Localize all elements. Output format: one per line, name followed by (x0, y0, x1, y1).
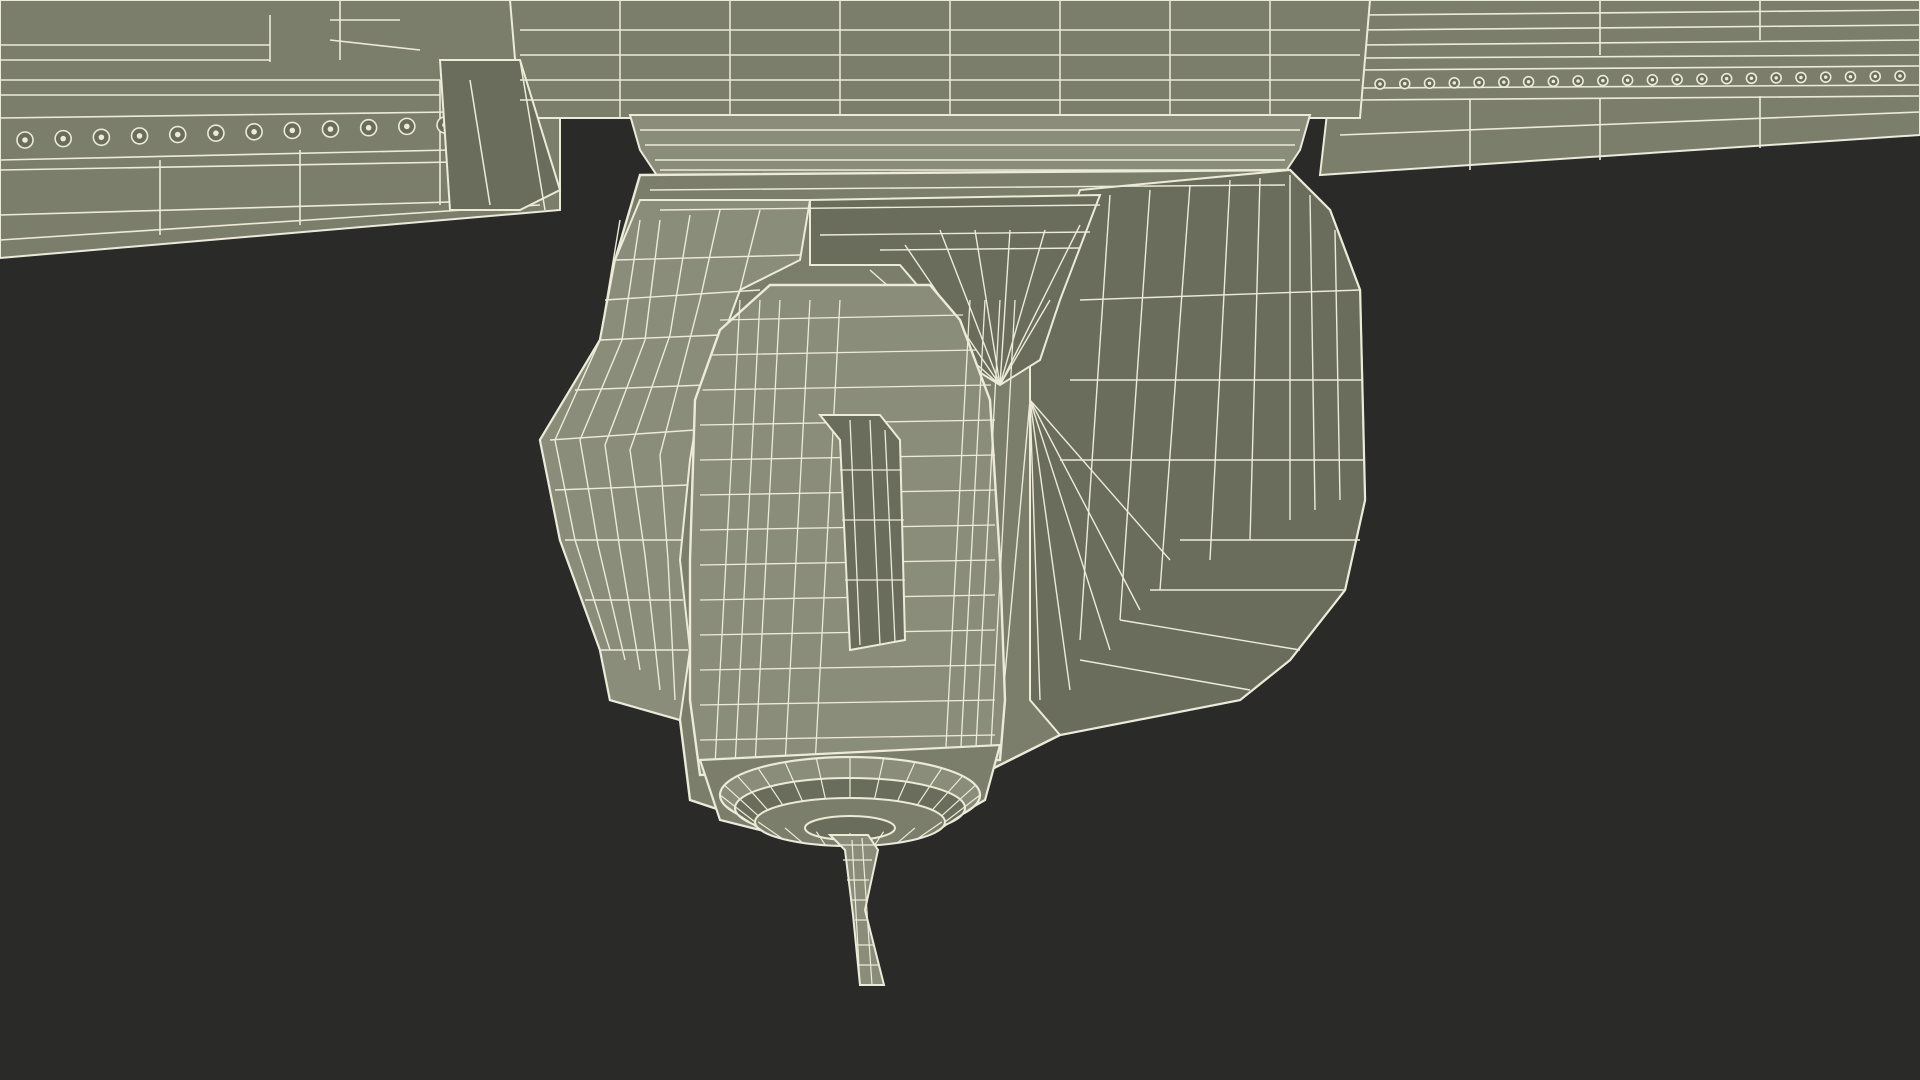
wireframe-render (0, 0, 1920, 1080)
bolt-center (327, 126, 334, 132)
bolt-center (1799, 75, 1803, 80)
bolt-center (1378, 82, 1382, 86)
bolt-center (1625, 78, 1630, 82)
bolt-center (251, 129, 257, 135)
bolt-center (1749, 76, 1754, 81)
bolt-center (1873, 74, 1877, 79)
bolt-center (365, 124, 372, 131)
bolt-center (1551, 79, 1556, 84)
bolt-center (1848, 75, 1853, 79)
bolt-center (1477, 80, 1481, 85)
bolt-center (98, 134, 105, 141)
bolt-center (1700, 77, 1704, 81)
bolt-center (1675, 77, 1679, 82)
bolt-center (404, 123, 410, 130)
bolt-center (1526, 79, 1531, 84)
bolt-center (1502, 80, 1506, 84)
bolt-center (289, 127, 296, 134)
bolt-center (136, 133, 143, 139)
bolt-center (1427, 81, 1432, 85)
bolt-center (1774, 76, 1778, 80)
render-viewport (0, 0, 1920, 1080)
bolt-center (1403, 81, 1407, 86)
spindle-motor-body (688, 283, 1016, 777)
bolt-center (1898, 74, 1902, 78)
bolt-center (1452, 81, 1457, 85)
bolt-center (1576, 79, 1580, 83)
bolt-center (60, 135, 66, 142)
bolt-center (213, 130, 219, 136)
bolt-center (22, 137, 28, 143)
bolt-center (1650, 78, 1655, 82)
bolt-center (174, 131, 181, 138)
bolt-center (1601, 78, 1605, 83)
bolt-center (1823, 75, 1828, 79)
bolt-center (1724, 76, 1729, 81)
